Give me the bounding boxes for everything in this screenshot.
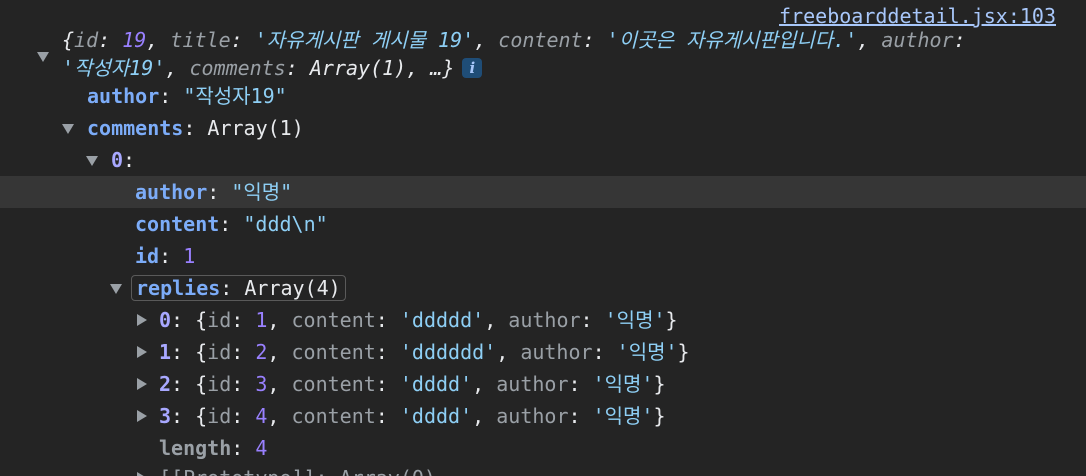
preview-value-id: 19 — [122, 28, 147, 52]
prop-value-comment-author: "익명" — [231, 180, 293, 204]
devtools-console: freeboarddetail.jsx:103 {id: 19, title: … — [0, 0, 1086, 476]
expand-toggle-reply-icon[interactable] — [137, 378, 147, 390]
prop-key-comments: comments — [87, 116, 184, 140]
reply-content: 'dddddd' — [399, 340, 497, 364]
reply-content: 'ddddd' — [399, 308, 485, 332]
reply-index: 2 — [159, 372, 172, 396]
prop-comment-id: id: 1 — [135, 244, 196, 268]
preview-key-id: id — [74, 28, 99, 52]
reply-index: 0 — [159, 308, 172, 332]
reply-row[interactable]: 0: {id: 1, content: 'ddddd', author: '익명… — [0, 304, 1086, 336]
prop-length: length: 4 — [159, 436, 268, 460]
prop-key-author: author — [87, 84, 160, 108]
prop-key-comment-author: author — [135, 180, 208, 204]
preview-key-content: content — [498, 28, 583, 52]
reply-index: 3 — [159, 404, 172, 428]
prop-key-replies: replies — [136, 276, 221, 300]
reply-content: 'dddd' — [399, 404, 473, 428]
prop-comments[interactable]: comments: Array(1) — [0, 112, 1086, 144]
prop-key-comment-content: content — [135, 212, 220, 236]
prop-value-comment-id: 1 — [183, 244, 196, 268]
prop-value-length: 4 — [255, 436, 268, 460]
prop-value-author: "작성자19" — [183, 84, 287, 108]
expand-toggle-reply-icon[interactable] — [137, 346, 147, 358]
reply-author: '익명' — [616, 340, 678, 364]
preview-key-title: title — [170, 28, 231, 52]
prop-key-0: 0 — [111, 148, 124, 172]
reply-id: 1 — [255, 308, 268, 332]
prototype-label: [[Prototype]]: Array(0) — [159, 466, 436, 476]
preview-key-comments: comments — [189, 56, 286, 80]
prop-comment-0[interactable]: 0: — [0, 144, 1086, 176]
expand-toggle-reply-icon[interactable] — [137, 410, 147, 422]
reply-author: '익명' — [592, 404, 654, 428]
brace-open: { — [62, 28, 75, 52]
reply-id: 3 — [255, 372, 268, 396]
reply-content: 'dddd' — [399, 372, 473, 396]
reply-row[interactable]: 2: {id: 3, content: 'dddd', author: '익명'… — [0, 368, 1086, 400]
preview-value-comments: Array(1), …} — [309, 56, 455, 80]
reply-row[interactable]: 3: {id: 4, content: 'dddd', author: '익명'… — [0, 400, 1086, 432]
prop-replies[interactable]: replies: Array(4) — [0, 272, 1086, 304]
reply-id: 2 — [255, 340, 268, 364]
preview-value-title: '자유게시판 게시물 19' — [254, 28, 475, 52]
expand-toggle-replies-icon[interactable] — [110, 284, 122, 294]
preview-value-author: '작성자19' — [62, 56, 166, 80]
prop-key-length: length — [159, 436, 232, 460]
prop-comment-content: content: "ddd\n" — [135, 212, 328, 236]
preview-value-content: '이곳은 자유게시판입니다.' — [606, 28, 858, 52]
reply-id: 4 — [255, 404, 268, 428]
expand-toggle-reply-icon[interactable] — [137, 314, 147, 326]
prop-value-comments: Array(1) — [207, 116, 304, 140]
prop-value-comment-content: "ddd\n" — [243, 212, 328, 236]
prop-key-comment-id: id — [135, 244, 160, 268]
expand-toggle-comment-0-icon[interactable] — [86, 156, 98, 166]
expand-toggle-prototype-icon[interactable] — [137, 472, 147, 476]
info-icon[interactable]: i — [462, 58, 483, 78]
expand-toggle-comments-icon[interactable] — [62, 124, 74, 134]
reply-index: 1 — [159, 340, 172, 364]
prop-prototype[interactable]: [[Prototype]]: Array(0) — [0, 462, 1086, 476]
preview-key-author: author — [881, 28, 954, 52]
reply-author: '익명' — [604, 308, 666, 332]
reply-author: '익명' — [592, 372, 654, 396]
prop-author: author: "작성자19" — [87, 84, 287, 108]
reply-row[interactable]: 1: {id: 2, content: 'dddddd', author: '익… — [0, 336, 1086, 368]
prop-value-replies: Array(4) — [244, 276, 341, 300]
prop-comment-author: author: "익명" — [0, 176, 1086, 208]
